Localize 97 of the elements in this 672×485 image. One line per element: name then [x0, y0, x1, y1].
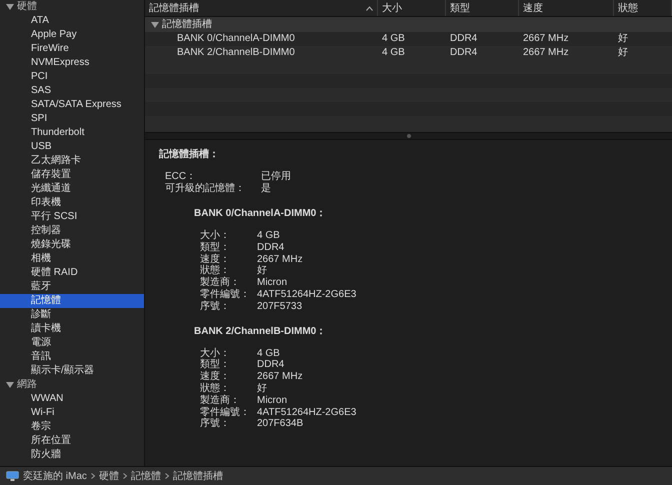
- table-cell-text: 2667 MHz: [522, 32, 570, 46]
- column-header[interactable]: 類型: [446, 0, 519, 16]
- table-cell-text: DDR4: [449, 46, 478, 60]
- sidebar-item[interactable]: 控制器: [0, 224, 144, 238]
- detail-value: Micron: [257, 394, 288, 407]
- detail-label: 速度：: [200, 371, 231, 382]
- disclosure-triangle-down-icon[interactable]: [6, 3, 14, 11]
- detail-label: 製造商：: [200, 394, 241, 406]
- splitter-handle[interactable]: [406, 134, 410, 138]
- detail-label: 速度：: [200, 254, 231, 265]
- sidebar-item[interactable]: 燒錄光碟: [0, 238, 144, 252]
- disclosure-triangle-down-icon[interactable]: [6, 381, 14, 389]
- sidebar-item[interactable]: 相機: [0, 252, 144, 266]
- sidebar-item[interactable]: 顯示卡/顯示器: [0, 364, 144, 378]
- detail-label: 零件編號：: [200, 288, 251, 300]
- sidebar-item[interactable]: 藍牙: [0, 280, 144, 294]
- sidebar-item[interactable]: NVMExpress: [0, 56, 144, 70]
- bank-title: BANK 0/ChannelA-DIMM0：: [194, 207, 328, 221]
- detail-label: 可升級的記憶體：: [165, 183, 246, 195]
- sidebar-item[interactable]: FireWire: [0, 42, 144, 56]
- detail-value: 4ATF51264HZ-2G6E3: [257, 288, 356, 301]
- detail-label: 類型：: [200, 359, 231, 370]
- table-cell-text: 4 GB: [381, 46, 406, 60]
- breadcrumb-item[interactable]: 記憶體: [130, 468, 161, 484]
- sidebar-item[interactable]: 記憶體: [0, 294, 144, 308]
- breadcrumb-item[interactable]: 硬體: [98, 468, 119, 484]
- detail-label: 類型：: [200, 242, 231, 254]
- chevron-right-icon: [90, 473, 95, 479]
- table-cell-text: BANK 0/ChannelA-DIMM0: [176, 32, 296, 46]
- detail-value: 是: [261, 183, 272, 195]
- detail-value: 好: [257, 382, 268, 395]
- detail-value: 207F634B: [257, 418, 304, 430]
- sidebar-item[interactable]: 儲存裝置: [0, 168, 144, 182]
- sidebar-item[interactable]: SAS: [0, 84, 144, 98]
- sidebar-item[interactable]: ATA: [0, 14, 144, 28]
- chevron-right-icon: [164, 473, 169, 479]
- sidebar-item[interactable]: 所在位置: [0, 434, 144, 448]
- detail-label: 大小：: [200, 230, 231, 242]
- breadcrumb-item[interactable]: 記憶體插槽: [172, 468, 223, 484]
- breadcrumb-item[interactable]: 奕廷施的 iMac: [23, 468, 87, 484]
- disclosure-triangle-down-icon[interactable]: [151, 20, 159, 28]
- detail-label: ECC：: [165, 171, 198, 182]
- detail-value: 已停用: [261, 171, 291, 183]
- detail-label: 零件編號：: [200, 406, 251, 418]
- sidebar-section-label[interactable]: 網路: [17, 378, 37, 392]
- detail-value: 2667 MHz: [257, 254, 304, 265]
- sidebar-item[interactable]: WWAN: [0, 392, 144, 406]
- detail-label: 序號：: [200, 300, 231, 313]
- detail-value: DDR4: [257, 359, 286, 372]
- sidebar-item[interactable]: 電源: [0, 336, 144, 350]
- table-cell-text: DDR4: [449, 32, 478, 46]
- table-cell-text: 2667 MHz: [522, 46, 570, 60]
- chevron-right-icon: [122, 473, 127, 479]
- bank-title: BANK 2/ChannelB-DIMM0：: [194, 324, 328, 339]
- computer-icon: [6, 471, 19, 481]
- group-row-label[interactable]: 記憶體插槽: [162, 17, 212, 32]
- table-cell-text: 好: [617, 46, 629, 60]
- sidebar-item[interactable]: 硬體 RAID: [0, 266, 144, 280]
- table-cell-text: 好: [617, 32, 629, 46]
- detail-value: 207F5733: [257, 300, 304, 313]
- detail-value: 4 GB: [257, 348, 281, 360]
- detail-value: 4 GB: [257, 230, 281, 242]
- detail-label: 狀態：: [200, 265, 231, 276]
- detail-label: 製造商：: [200, 277, 241, 288]
- detail-title: 記憶體插槽：: [159, 148, 220, 162]
- table-row[interactable]: BANK 0/ChannelA-DIMM0 4 GB DDR4 2667 MHz 好: [145, 32, 672, 46]
- detail-value: 2667 MHz: [257, 371, 304, 383]
- sidebar-item[interactable]: 讀卡機: [0, 322, 144, 336]
- sidebar-item[interactable]: 印表機: [0, 196, 144, 210]
- detail-value: DDR4: [257, 242, 286, 254]
- sidebar-item[interactable]: Wi-Fi: [0, 406, 144, 420]
- detail-value: Micron: [257, 277, 288, 289]
- sidebar-item[interactable]: 光纖通道: [0, 182, 144, 196]
- column-header[interactable]: 大小: [378, 0, 446, 16]
- sidebar-item[interactable]: SATA/SATA Express: [0, 98, 144, 112]
- table-cell-text: BANK 2/ChannelB-DIMM0: [176, 46, 296, 60]
- sidebar-item[interactable]: 平行 SCSI: [0, 210, 144, 224]
- column-header[interactable]: 記憶體插槽: [145, 0, 378, 16]
- sidebar-item[interactable]: 音訊: [0, 350, 144, 364]
- sidebar-item[interactable]: SPI: [0, 112, 144, 126]
- sidebar-item[interactable]: 防火牆: [0, 448, 144, 462]
- detail-label: 大小：: [200, 348, 231, 359]
- sidebar-item[interactable]: 乙太網路卡: [0, 154, 144, 168]
- column-header[interactable]: 速度: [519, 0, 614, 16]
- sidebar-item[interactable]: Thunderbolt: [0, 126, 144, 140]
- detail-value: 好: [257, 265, 268, 278]
- sidebar-item[interactable]: 診斷: [0, 308, 144, 322]
- sidebar-item[interactable]: PCI: [0, 70, 144, 84]
- detail-value: 4ATF51264HZ-2G6E3: [257, 406, 356, 418]
- sidebar-item[interactable]: USB: [0, 140, 144, 154]
- detail-label: 序號：: [200, 418, 231, 430]
- table-cell-text: 4 GB: [381, 32, 406, 46]
- sidebar-item[interactable]: 卷宗: [0, 420, 144, 434]
- sidebar-section-label[interactable]: 硬體: [17, 0, 37, 14]
- detail-label: 狀態：: [200, 382, 231, 394]
- column-header[interactable]: 狀態: [614, 0, 672, 16]
- sidebar-item[interactable]: Apple Pay: [0, 28, 144, 42]
